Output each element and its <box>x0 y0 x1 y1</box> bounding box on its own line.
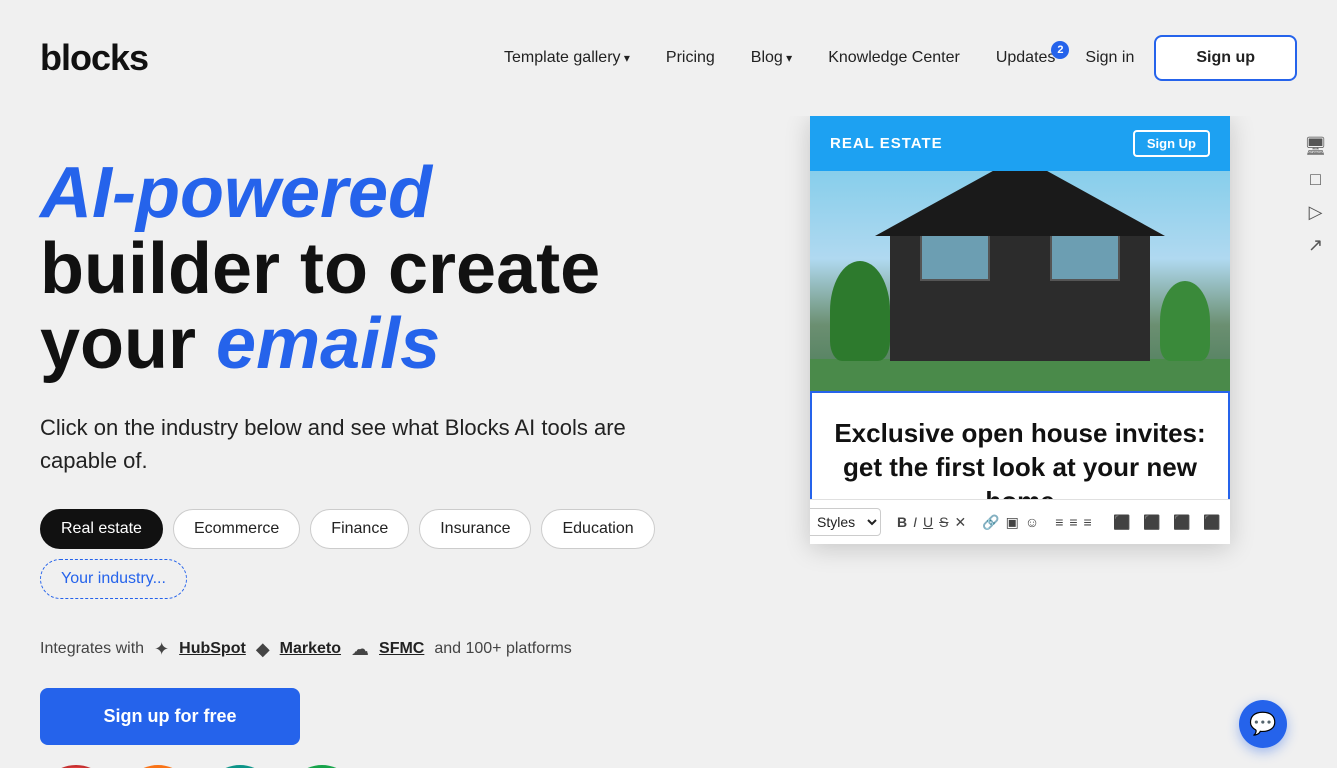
list-ordered-button[interactable]: ≡ <box>1069 508 1077 536</box>
nav-links: Template gallery Pricing Blog Knowledge … <box>504 49 1055 67</box>
nav-item-updates[interactable]: Updates 2 <box>996 49 1056 67</box>
pill-ecommerce[interactable]: Ecommerce <box>173 509 300 549</box>
grass <box>810 359 1230 391</box>
expand-icon[interactable]: ↗ <box>1308 235 1323 256</box>
nav-item-blog[interactable]: Blog <box>751 49 792 67</box>
sfmc-icon: ☁ <box>351 639 369 660</box>
integrates-prefix: Integrates with <box>40 640 144 658</box>
nav-link-blog[interactable]: Blog <box>751 49 792 66</box>
editor-toolbar: Title Styles B I U S ✕ 🔗 ▣ ☺ ≡ ≡ ≡ <box>810 499 1230 544</box>
email-preview: REAL ESTATE Sign Up + ✕ ⊙ <box>810 116 1230 544</box>
list-unordered-button[interactable]: ≡ <box>1055 508 1063 536</box>
align-justify-button[interactable]: ⬛ <box>1198 508 1226 536</box>
sign-up-button[interactable]: Sign up <box>1154 35 1297 81</box>
house-trees-right <box>1160 281 1210 361</box>
underline-button[interactable]: U <box>923 508 933 536</box>
signup-hero-button[interactable]: Sign up for free <box>40 688 300 745</box>
email-preview-header: REAL ESTATE Sign Up <box>810 116 1230 171</box>
navbar: blocks Template gallery Pricing Blog Kno… <box>0 0 1337 116</box>
hero-title-emails: emails <box>216 304 440 384</box>
image-button[interactable]: ▣ <box>1006 508 1019 536</box>
logo[interactable]: blocks <box>40 37 148 79</box>
italic-button[interactable]: I <box>913 508 917 536</box>
emoji-button[interactable]: ☺ <box>1025 508 1039 536</box>
integrates-suffix: and 100+ platforms <box>434 640 571 658</box>
align-buttons: ⬛ ⬛ ⬛ ⬛ ⬛ <box>1108 508 1230 536</box>
image-block-wrapper: + ✕ ⊙ <box>810 171 1230 391</box>
main-content: AI-powered builder to create your emails… <box>0 116 1337 768</box>
strikethrough-button[interactable]: S <box>939 508 948 536</box>
updates-badge-count: 2 <box>1051 41 1069 59</box>
industry-pills: Real estate Ecommerce Finance Insurance … <box>40 509 800 599</box>
house-illustration <box>810 171 1230 391</box>
hero-left: AI-powered builder to create your emails… <box>40 116 800 768</box>
right-editor-controls: 🖥 □ ▷ ↗ <box>1304 116 1327 256</box>
house-roof <box>875 171 1165 236</box>
nav-link-pricing[interactable]: Pricing <box>666 49 715 66</box>
chat-icon: 💬 <box>1249 711 1276 737</box>
hero-right: 🖥 □ ▷ ↗ REAL ESTATE Sign Up + ✕ ⊙ <box>800 116 1297 768</box>
nav-auth: Sign in Sign up <box>1085 35 1297 81</box>
indent-button[interactable]: ≡ <box>1084 508 1092 536</box>
pill-your-industry[interactable]: Your industry... <box>40 559 187 599</box>
play-icon[interactable]: ▷ <box>1309 202 1323 223</box>
house-body <box>890 231 1150 361</box>
pill-real-estate[interactable]: Real estate <box>40 509 163 549</box>
pill-insurance[interactable]: Insurance <box>419 509 531 549</box>
email-preview-image <box>810 171 1230 391</box>
nav-link-template-gallery[interactable]: Template gallery <box>504 49 630 66</box>
hero-title-line2: builder to create <box>40 229 600 309</box>
desktop-view-icon[interactable]: 🖥 <box>1304 136 1327 157</box>
more-align-button[interactable]: ⬛ <box>1228 508 1230 536</box>
pill-finance[interactable]: Finance <box>310 509 409 549</box>
align-center-button[interactable]: ⬛ <box>1138 508 1166 536</box>
align-right-button[interactable]: ⬛ <box>1168 508 1196 536</box>
hubspot-brand[interactable]: HubSpot <box>179 640 246 658</box>
integrates-row: Integrates with ✦ HubSpot ◆ Marketo ☁ SF… <box>40 639 800 660</box>
nav-item-knowledge-center[interactable]: Knowledge Center <box>828 49 960 67</box>
hubspot-icon: ✦ <box>154 639 169 660</box>
pill-education[interactable]: Education <box>541 509 654 549</box>
hero-subtitle: Click on the industry below and see what… <box>40 411 640 477</box>
nav-item-pricing[interactable]: Pricing <box>666 49 715 67</box>
styles-select[interactable]: Styles <box>810 508 881 536</box>
email-header-label: REAL ESTATE <box>830 135 943 152</box>
marketo-icon: ◆ <box>256 639 270 660</box>
hero-title: AI-powered builder to create your emails <box>40 156 800 383</box>
clear-format-button[interactable]: ✕ <box>954 508 966 536</box>
bold-button[interactable]: B <box>897 508 907 536</box>
email-header-signup-button[interactable]: Sign Up <box>1133 130 1210 157</box>
marketo-brand[interactable]: Marketo <box>280 640 341 658</box>
nav-link-knowledge-center[interactable]: Knowledge Center <box>828 49 960 66</box>
nav-link-updates[interactable]: Updates <box>996 49 1056 66</box>
sign-in-button[interactable]: Sign in <box>1085 49 1134 67</box>
hero-title-line1: AI-powered <box>40 153 432 233</box>
chat-bubble-button[interactable]: 💬 <box>1239 700 1287 748</box>
house-trees-left <box>830 261 890 361</box>
frame-icon[interactable]: □ <box>1310 169 1321 190</box>
link-button[interactable]: 🔗 <box>982 508 999 536</box>
hero-title-your: your <box>40 304 216 384</box>
align-left-button[interactable]: ⬛ <box>1108 508 1136 536</box>
nav-item-template-gallery[interactable]: Template gallery <box>504 49 630 67</box>
sfmc-brand[interactable]: SFMC <box>379 640 424 658</box>
